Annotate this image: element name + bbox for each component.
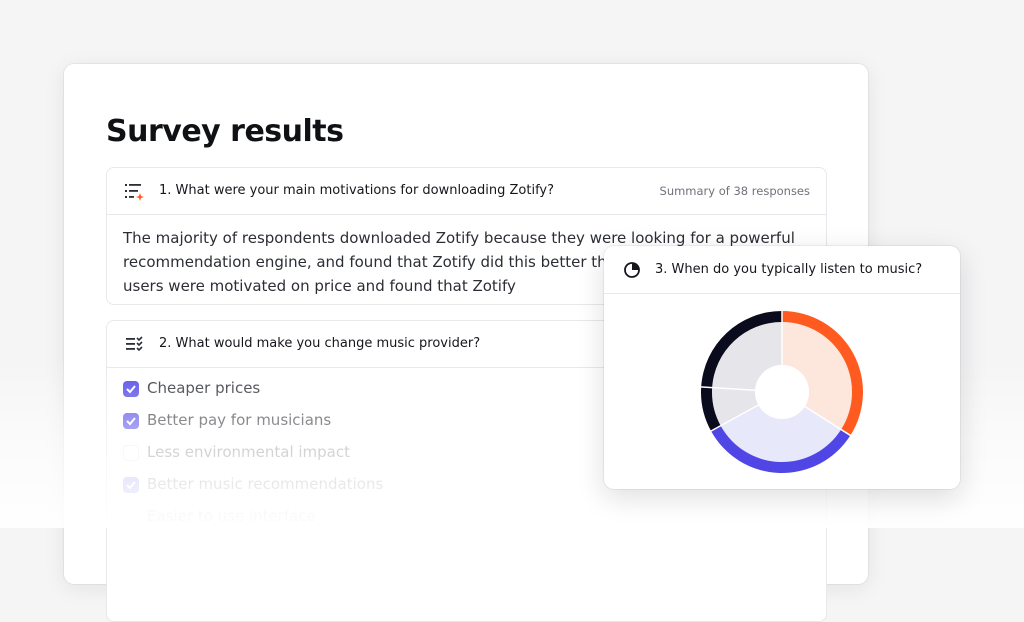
option-label: Better music recommendations (147, 475, 384, 493)
page-title: Survey results (106, 114, 344, 149)
checkbox-checked[interactable] (123, 413, 139, 429)
option-label: Better pay for musicians (147, 411, 332, 429)
checkbox-unchecked[interactable] (123, 445, 139, 461)
pie-chart-icon (624, 262, 640, 278)
question-2-title: 2. What would make you change music prov… (159, 336, 481, 351)
list-sparkle-icon (125, 184, 144, 201)
option-label: Less environmental impact (147, 443, 350, 461)
response-count: Summary of 38 responses (659, 184, 810, 198)
listening-time-chart (700, 310, 863, 473)
option-label: Easier to use interface (147, 507, 316, 525)
checkbox-unchecked[interactable] (123, 509, 139, 525)
checklist-icon (126, 336, 143, 352)
checkbox-checked[interactable] (123, 381, 139, 397)
checkbox-checked[interactable] (123, 477, 139, 493)
question-3-header: 3. When do you typically listen to music… (604, 246, 960, 294)
question-1-header: 1. What were your main motivations for d… (107, 168, 826, 215)
question-3-card: 3. When do you typically listen to music… (604, 246, 960, 489)
option-label: Cheaper prices (147, 379, 261, 397)
question-1-title: 1. What were your main motivations for d… (159, 183, 555, 198)
question-3-title: 3. When do you typically listen to music… (655, 262, 923, 277)
pie-center-hole (755, 365, 809, 419)
